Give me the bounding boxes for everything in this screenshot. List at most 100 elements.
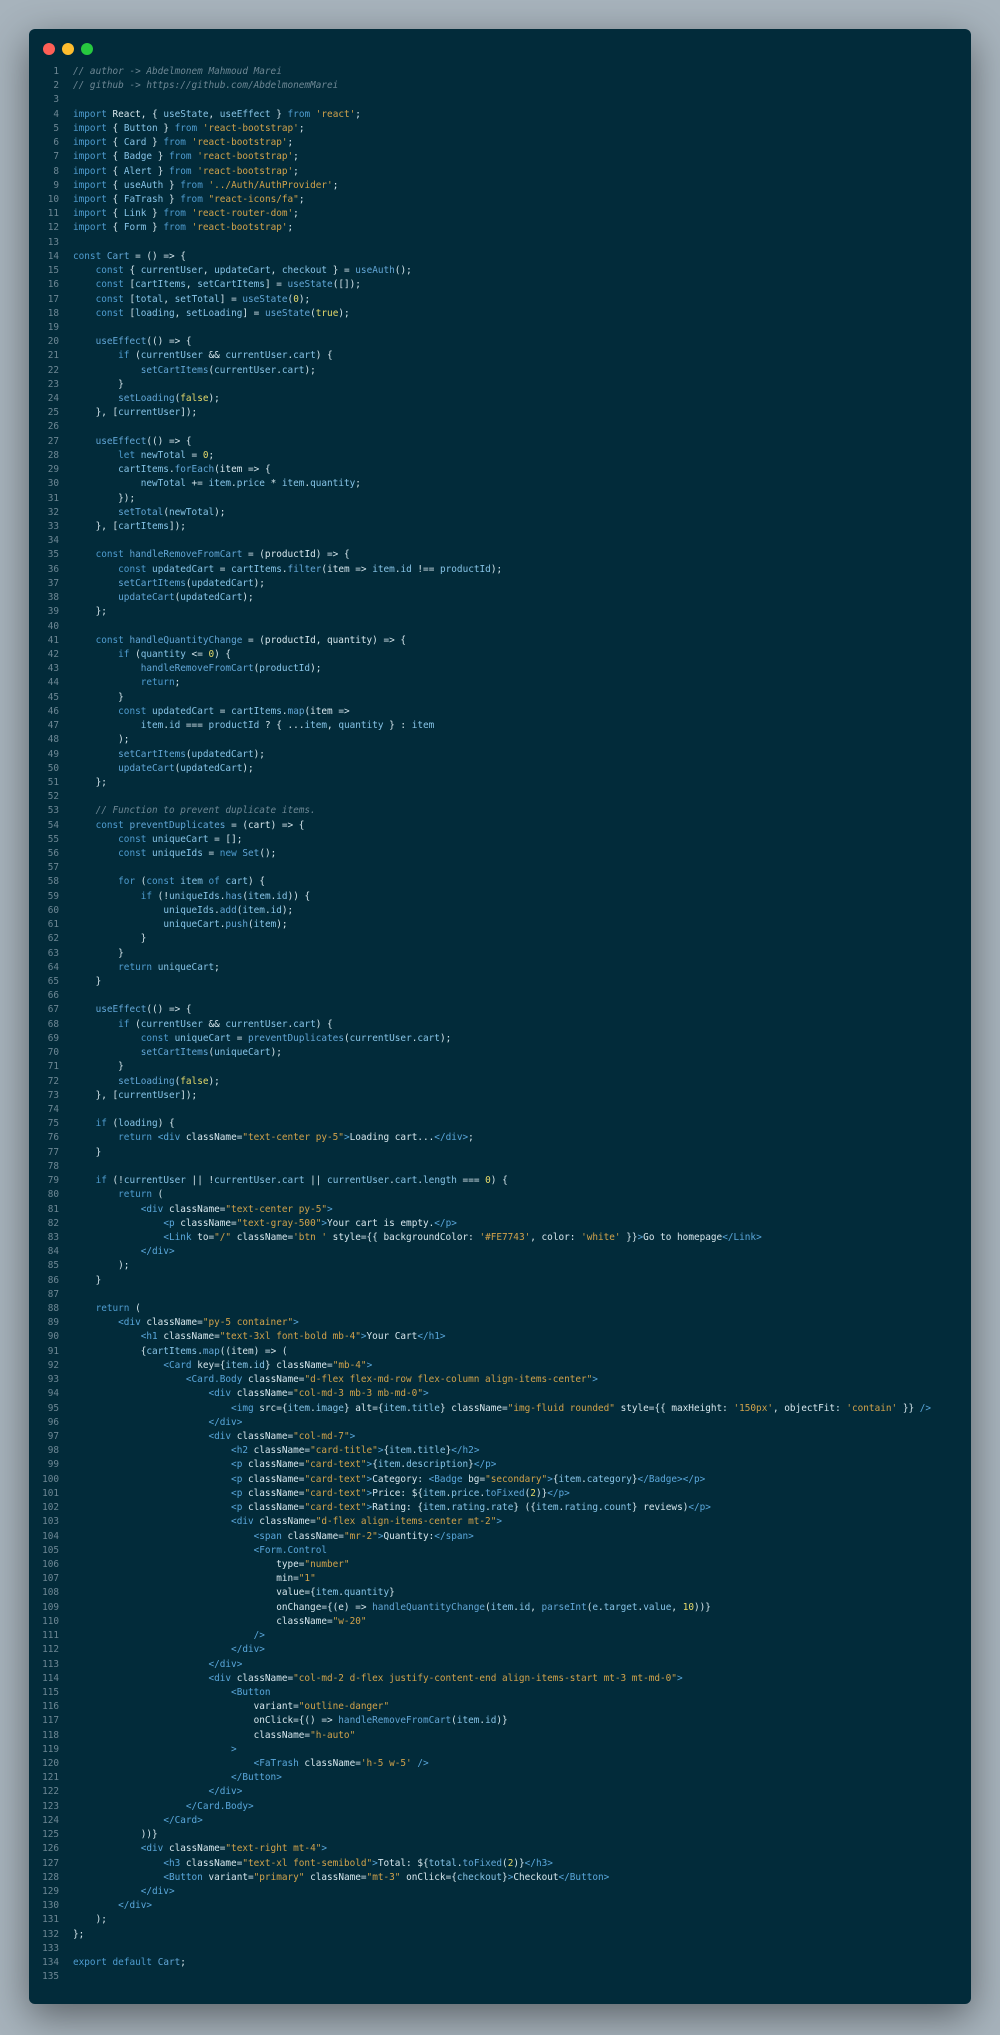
code-line: 90 <h1 className="text-3xl font-bold mb-… bbox=[29, 1330, 971, 1344]
code-token: > bbox=[676, 1672, 683, 1684]
code-text: } bbox=[73, 947, 124, 961]
code-line: 8 import { Alert } from 'react-bootstrap'… bbox=[29, 165, 971, 179]
code-token: currentUser bbox=[140, 265, 203, 277]
code-token: Link bbox=[123, 208, 147, 220]
code-token: , bbox=[208, 108, 220, 120]
code-token: > bbox=[592, 1374, 598, 1386]
code-token: ((item) => ( bbox=[219, 1345, 288, 1357]
code-token: ); bbox=[242, 592, 254, 604]
code-text: } bbox=[73, 378, 124, 392]
code-token: ); bbox=[73, 1260, 130, 1272]
code-token: min= bbox=[73, 1573, 299, 1585]
code-token: <Card bbox=[163, 1359, 192, 1371]
code-token: } bbox=[73, 691, 124, 703]
code-text: useEffect(() => { bbox=[73, 1003, 192, 1017]
code-token: "img-fluid rounded" bbox=[507, 1402, 615, 1414]
code-line: 78 bbox=[29, 1160, 971, 1174]
code-line: 1 // author -> Abdelmonem Mahmoud Marei bbox=[29, 65, 971, 79]
code-token: id bbox=[270, 904, 282, 916]
code-token: , bbox=[671, 1601, 683, 1613]
code-text: <h3 className="text-xl font-semibold">To… bbox=[73, 1857, 553, 1871]
code-token: ); bbox=[73, 734, 130, 746]
code-text: </div> bbox=[73, 1899, 152, 1913]
code-token: "card-text" bbox=[304, 1473, 367, 1485]
code-text: const preventDuplicates = (cart) => { bbox=[73, 819, 305, 833]
line-number: 48 bbox=[47, 734, 59, 746]
code-token: { bbox=[106, 193, 124, 205]
code-line: 128 <Button variant="primary" className=… bbox=[29, 1871, 971, 1885]
code-token: </div> bbox=[208, 1658, 243, 1670]
code-line: 65 } bbox=[29, 975, 971, 989]
code-token: item bbox=[372, 563, 395, 575]
code-token: setLoading bbox=[185, 307, 243, 319]
code-text: // Function to prevent duplicate items. bbox=[73, 804, 316, 818]
code-token: cartItems bbox=[118, 521, 169, 532]
code-token: useEffect bbox=[219, 108, 271, 120]
line-number: 13 bbox=[47, 236, 59, 248]
code-token: ); bbox=[304, 364, 316, 376]
code-token: > bbox=[349, 1431, 356, 1442]
code-line: 80 return ( bbox=[29, 1188, 971, 1202]
code-token: target bbox=[603, 1601, 638, 1613]
code-text: updateCart(updatedCart); bbox=[73, 762, 254, 776]
code-token: item bbox=[423, 1502, 446, 1514]
close-window-icon[interactable] bbox=[43, 43, 55, 55]
minimize-window-icon[interactable] bbox=[62, 43, 74, 55]
code-line: 18 const [loading, setLoading] = useStat… bbox=[29, 307, 971, 321]
code-token: currentUser bbox=[118, 1089, 181, 1101]
code-token: 'contain' bbox=[846, 1402, 898, 1414]
code-text: const uniqueIds = new Set(); bbox=[73, 847, 276, 861]
code-token: (() => { bbox=[146, 435, 192, 447]
line-number: 110 bbox=[42, 1615, 59, 1627]
code-token: "react-icons/fa" bbox=[208, 193, 299, 205]
code-token: quantity bbox=[338, 720, 384, 732]
code-text: import React, { useState, useEffect } fr… bbox=[73, 108, 361, 122]
code-token: (item => bbox=[304, 705, 350, 717]
code-token: from bbox=[163, 137, 186, 149]
code-token: ); bbox=[270, 1047, 282, 1059]
code-token: ([]); bbox=[332, 279, 361, 291]
code-token: ); bbox=[214, 506, 226, 518]
code-text: export default Cart; bbox=[73, 1956, 186, 1970]
maximize-window-icon[interactable] bbox=[81, 43, 93, 55]
code-token: const bbox=[140, 1032, 169, 1044]
line-number: 71 bbox=[47, 1061, 59, 1073]
code-token: ; bbox=[355, 108, 361, 120]
line-number: 32 bbox=[47, 506, 59, 518]
code-token: from bbox=[163, 222, 186, 234]
code-line: 113 </div> bbox=[29, 1658, 971, 1672]
code-text: ); bbox=[73, 733, 129, 747]
code-line: 27 useEffect(() => { bbox=[29, 435, 971, 449]
line-number: 25 bbox=[47, 407, 59, 419]
line-number: 66 bbox=[47, 990, 59, 1002]
code-token: setCartItems bbox=[118, 748, 186, 760]
code-token: "col-md-7" bbox=[293, 1431, 350, 1442]
code-text: </div> bbox=[73, 1245, 175, 1259]
code-line: 71 } bbox=[29, 1060, 971, 1074]
code-token: quantity bbox=[310, 478, 356, 490]
code-token: <p bbox=[163, 1217, 175, 1229]
code-text: item.id === productId ? { ...item, quant… bbox=[73, 719, 435, 733]
code-token: item bbox=[248, 890, 271, 902]
code-line: 45 } bbox=[29, 691, 971, 705]
code-text: <Form.Control bbox=[73, 1544, 327, 1558]
code-text: <span className="mr-2">Quantity:</span> bbox=[73, 1530, 474, 1544]
code-token: [ bbox=[123, 293, 136, 305]
code-token: <div bbox=[157, 1132, 181, 1144]
code-token: Category: bbox=[372, 1473, 429, 1485]
code-token: = (productId) => { bbox=[242, 549, 350, 561]
code-token: 'react-bootstrap' bbox=[197, 151, 294, 163]
code-token: const bbox=[95, 819, 124, 831]
code-token: checkout bbox=[456, 1871, 503, 1883]
code-token: total bbox=[428, 1857, 457, 1869]
code-token: setCartItems bbox=[140, 1047, 209, 1059]
code-token: quantity bbox=[140, 648, 186, 660]
